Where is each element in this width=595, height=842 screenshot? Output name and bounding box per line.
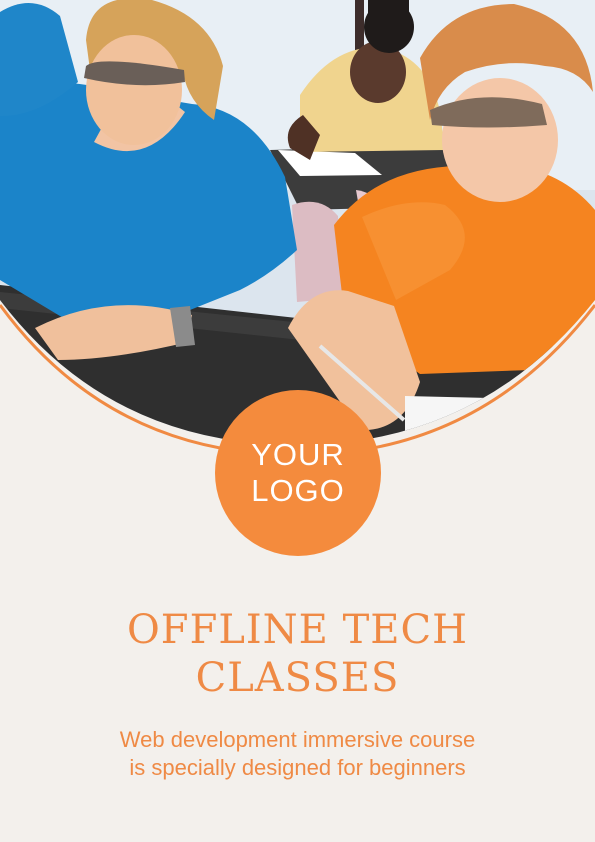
course-description-line-1: Web development immersive course xyxy=(119,727,476,752)
logo-text-line-2: LOGO xyxy=(251,473,345,508)
course-description-line-2: is specially designed for beginners xyxy=(129,755,466,780)
course-title-line-1: OFFLINE TECH xyxy=(127,607,468,653)
course-title: OFFLINE TECH CLASSES xyxy=(0,606,595,702)
course-description: Web development immersive course is spec… xyxy=(0,726,595,782)
logo-badge: YOUR LOGO xyxy=(215,390,381,556)
flyer-page: YOUR LOGO OFFLINE TECH CLASSES Web devel… xyxy=(0,0,595,842)
logo-text-line-1: YOUR xyxy=(251,437,345,472)
course-title-line-2: CLASSES xyxy=(195,655,400,701)
